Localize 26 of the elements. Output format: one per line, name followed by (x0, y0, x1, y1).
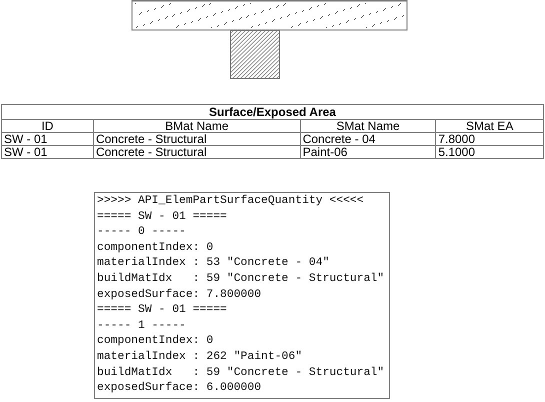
console-line: componentIndex: 0 (97, 240, 214, 256)
console-line: buildMatIdx : 59 "Concrete - Structural" (97, 272, 386, 287)
console-line: componentIndex: 0 (97, 334, 214, 350)
table-cell: Concrete - Structural (93, 132, 300, 146)
console-line: ----- 1 ----- (97, 318, 187, 334)
column-header: SMat EA (436, 120, 544, 132)
table-cell: 7.8000 (436, 132, 544, 146)
console-line: ===== SW - 01 ===== (97, 303, 228, 318)
table-title: Surface/Exposed Area (2, 104, 544, 120)
column-header: BMat Name (93, 120, 300, 132)
console-line: materialIndex : 53 "Concrete - 04" (97, 256, 330, 272)
table-cell: SW - 01 (2, 132, 94, 146)
table-cell: Concrete - 04 (300, 132, 436, 146)
table-cell: SW - 01 (2, 146, 94, 158)
console-line: ----- 0 ----- (97, 225, 187, 240)
console-line: exposedSurface: 6.000000 (97, 381, 262, 396)
table-cell: Paint-06 (300, 146, 436, 158)
console-line: materialIndex : 262 "Paint-06" (97, 350, 304, 365)
table-cell: Concrete - Structural (93, 146, 300, 158)
table-cell: 5.1000 (436, 146, 544, 158)
console-line: exposedSurface: 7.800000 (97, 288, 262, 303)
console-line: >>>>> API_ElemPartSurfaceQuantity <<<<< (97, 194, 365, 209)
console-line: buildMatIdx : 59 "Concrete - Structural" (97, 366, 386, 381)
column-header: SMat Name (300, 120, 436, 132)
console-line: ===== SW - 01 ===== (97, 210, 228, 225)
column-header: ID (2, 120, 94, 132)
